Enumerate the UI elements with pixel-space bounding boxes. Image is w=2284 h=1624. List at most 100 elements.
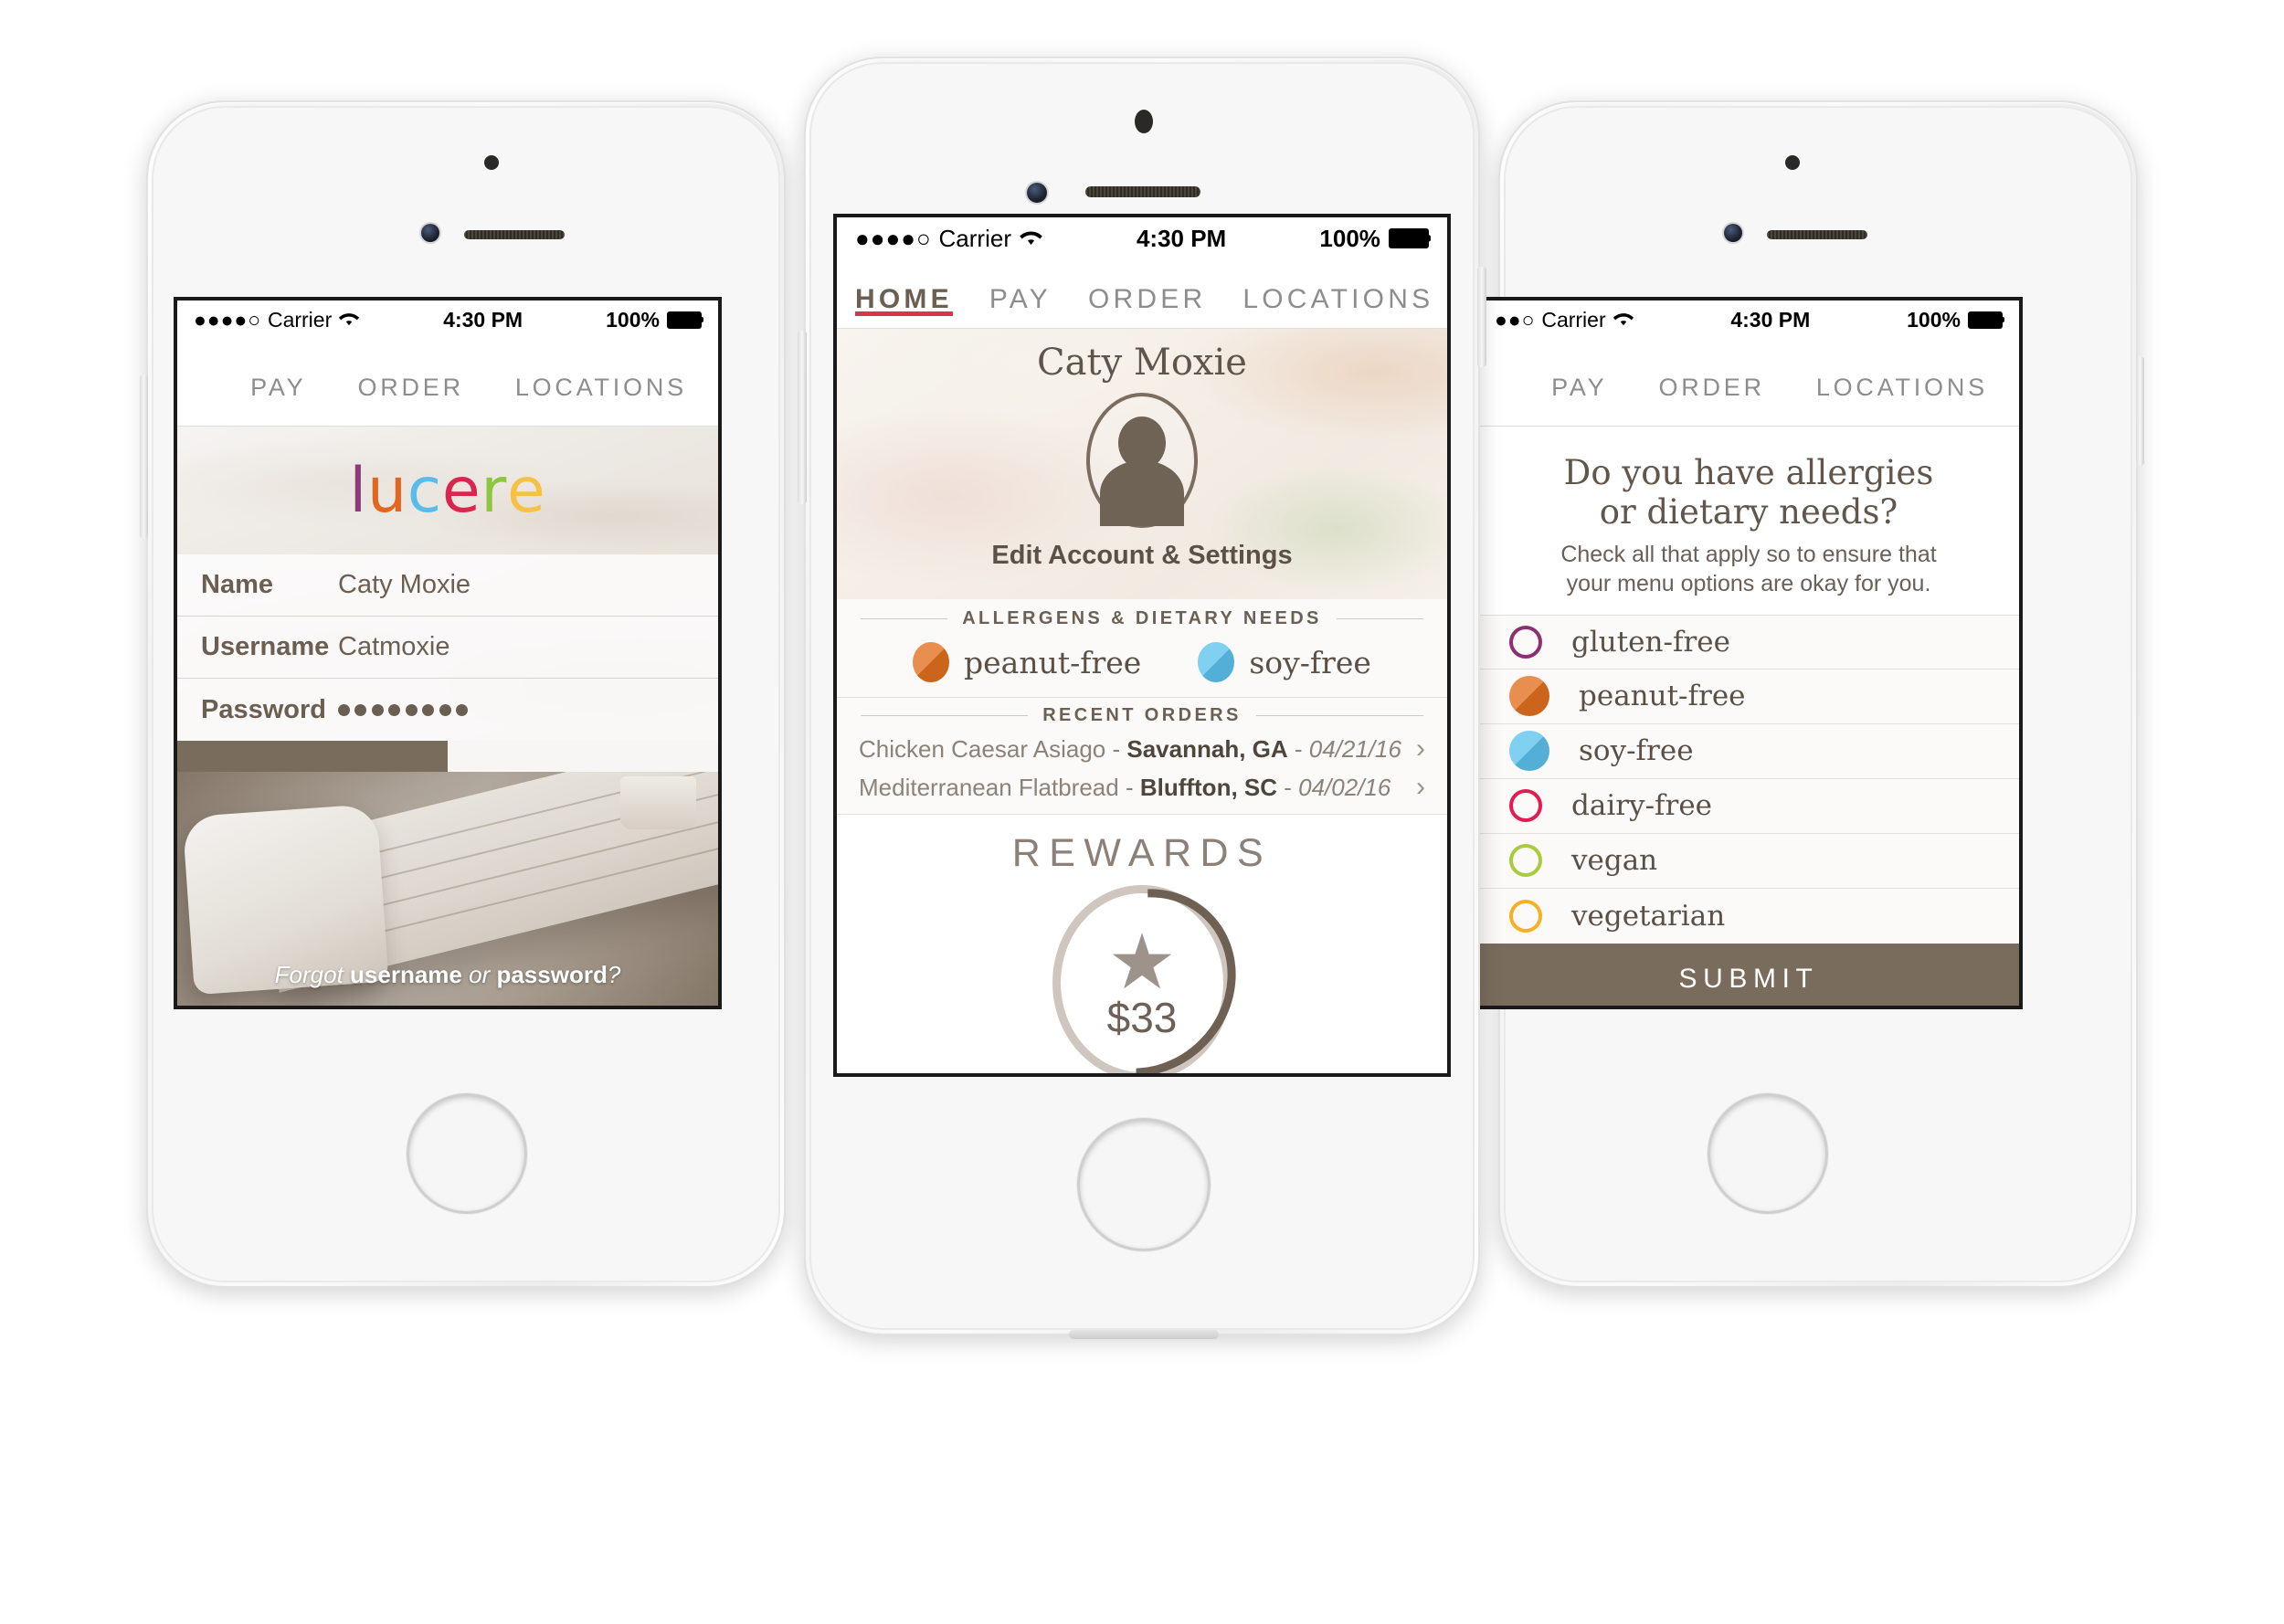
recent-order-row[interactable]: Mediterranean Flatbread - Bluffton, SC -… [837, 768, 1447, 814]
tab-pay[interactable]: PAY [1551, 374, 1607, 402]
name-field-label: Name [201, 570, 273, 599]
vegan-checkbox-icon[interactable] [1509, 844, 1542, 878]
option-label: gluten-free [1571, 625, 1730, 659]
option-label: soy-free [1579, 734, 1694, 768]
logo-letter-l: l [349, 454, 367, 527]
signal-strength-dots: ●●○ [1495, 307, 1536, 332]
recent-order-row[interactable]: Chicken Caesar Asiago - Savannah, GA - 0… [837, 730, 1447, 768]
soy-free-checkbox-icon[interactable] [1509, 731, 1549, 772]
profile-hero-section: Caty Moxie Edit Account & Settings [837, 329, 1447, 599]
battery-icon [1389, 228, 1429, 248]
peanut-free-checkbox-icon[interactable] [1509, 676, 1549, 717]
tab-order[interactable]: ORDER [1088, 284, 1206, 315]
tab-pay[interactable]: PAY [250, 374, 306, 402]
allergy-question-line2: or dietary needs? [1599, 491, 1898, 532]
gluten-free-checkbox-icon[interactable] [1509, 625, 1542, 659]
right-phone-home-button[interactable] [1710, 1096, 1825, 1211]
option-row-vegetarian[interactable]: vegetarian [1478, 888, 2019, 944]
center-phone-proximity-sensor [1135, 110, 1153, 133]
tab-order[interactable]: ORDER [357, 374, 463, 402]
allergen-peanut-free[interactable]: peanut-free [913, 642, 1141, 682]
tab-order[interactable]: ORDER [1658, 374, 1764, 402]
order-item-name: Mediterranean Flatbread [859, 773, 1119, 801]
allergy-subtext-line1: Check all that apply so to ensure that [1560, 541, 1937, 567]
rewards-progress-ring: ★ $33 [1010, 850, 1274, 1073]
left-phone-proximity-sensor [484, 155, 499, 170]
password-field-row[interactable]: Password [177, 679, 718, 741]
order-date: 04/21/16 [1308, 734, 1401, 763]
center-phone-device: ●●●●○ Carrier 4:30 PM 100% HOME PAY ORDE… [798, 57, 1486, 1339]
center-phone-volume-buttons[interactable] [798, 331, 807, 504]
submit-button[interactable]: SUBMIT [1478, 943, 2019, 1006]
username-field-label: Username [201, 632, 330, 661]
order-separator: - [1118, 773, 1140, 801]
dairy-free-checkbox-icon[interactable] [1509, 789, 1542, 823]
avatar-body [1100, 460, 1184, 526]
logo-letter-r: r [481, 454, 508, 527]
right-phone-power-button[interactable] [2136, 356, 2144, 466]
left-logo-panel: lucere [177, 427, 718, 554]
tab-home[interactable]: HOME [855, 284, 953, 316]
username-field-row[interactable]: Username Catmoxie [177, 617, 718, 679]
ring-inner: ★ $33 [1052, 885, 1232, 1073]
tab-locations[interactable]: LOCATIONS [1816, 374, 1988, 402]
soy-free-dot-icon [1198, 642, 1235, 682]
center-phone-front-camera [1027, 183, 1047, 203]
order-location: Bluffton, SC [1139, 773, 1278, 801]
allergens-list: peanut-free soy-free [837, 633, 1447, 697]
rule-left [861, 618, 948, 619]
center-phone-home-button[interactable] [1080, 1121, 1208, 1249]
option-row-gluten-free[interactable]: gluten-free [1478, 614, 2019, 670]
right-status-bar: ●●○ Carrier 4:30 PM 100% [1478, 301, 2019, 339]
forgot-credentials-link[interactable]: Forgot username or password? [177, 961, 718, 989]
tab-locations[interactable]: LOCATIONS [1242, 284, 1433, 315]
option-row-vegan[interactable]: vegan [1478, 833, 2019, 889]
photo-cup [620, 776, 697, 830]
allergens-section-title: ALLERGENS & DIETARY NEEDS [837, 599, 1447, 633]
order-separator: - [1277, 773, 1299, 801]
rule-right [1336, 618, 1423, 619]
option-row-peanut-free[interactable]: peanut-free [1478, 669, 2019, 724]
user-avatar-icon[interactable] [1086, 393, 1198, 528]
rewards-amount: $33 [1106, 994, 1178, 1041]
allergen-label: soy-free [1249, 644, 1371, 680]
tab-locations[interactable]: LOCATIONS [515, 374, 687, 402]
allergen-soy-free[interactable]: soy-free [1198, 642, 1371, 682]
tab-active-underline [855, 311, 953, 316]
name-field-value[interactable]: Caty Moxie [338, 570, 471, 600]
battery-percent: 100% [1319, 224, 1380, 252]
center-phone-earpiece-speaker [1085, 186, 1200, 197]
center-phone-power-button[interactable] [1477, 267, 1486, 367]
allergy-subtext-line2: your menu options are okay for you. [1566, 570, 1931, 596]
left-phone-device: ●●●●○ Carrier 4:30 PM 100% PAY ORDER LOC… [140, 100, 786, 1288]
logo-letter-e1: e [441, 454, 481, 527]
option-label: dairy-free [1571, 789, 1713, 823]
password-field-value[interactable] [338, 703, 469, 716]
order-location: Savannah, GA [1126, 734, 1288, 763]
logo-letter-e2: e [507, 454, 546, 527]
option-row-soy-free[interactable]: soy-free [1478, 723, 2019, 779]
chevron-right-icon[interactable]: › [1416, 772, 1425, 803]
left-phone-volume-buttons[interactable] [140, 374, 148, 539]
wifi-icon [338, 308, 360, 332]
tab-pay[interactable]: PAY [989, 284, 1052, 315]
recent-orders-section: RECENT ORDERS Chicken Caesar Asiago - Sa… [837, 697, 1447, 814]
left-phone-screen: ●●●●○ Carrier 4:30 PM 100% PAY ORDER LOC… [174, 297, 722, 1009]
option-label: vegetarian [1571, 899, 1726, 933]
battery-percent: 100% [1907, 307, 1961, 332]
status-time: 4:30 PM [1730, 307, 1811, 332]
status-time: 4:30 PM [1136, 224, 1227, 252]
dietary-options-list: gluten-free peanut-free soy-free dairy-f… [1478, 614, 2019, 944]
name-field-row[interactable]: Name Caty Moxie [177, 554, 718, 617]
allergen-label: peanut-free [964, 644, 1142, 680]
edit-account-settings-link[interactable]: Edit Account & Settings [991, 541, 1292, 571]
battery-percent: 100% [606, 307, 660, 332]
left-phone-home-button[interactable] [409, 1096, 524, 1211]
chevron-right-icon[interactable]: › [1416, 733, 1425, 765]
option-row-dairy-free[interactable]: dairy-free [1478, 778, 2019, 834]
rewards-title: REWARDS [1011, 831, 1273, 875]
vegetarian-checkbox-icon[interactable] [1509, 899, 1542, 933]
allergy-question-header: Do you have allergies or dietary needs? … [1478, 427, 2019, 615]
star-icon: ★ [1107, 919, 1177, 1005]
username-field-value[interactable]: Catmoxie [338, 632, 450, 662]
